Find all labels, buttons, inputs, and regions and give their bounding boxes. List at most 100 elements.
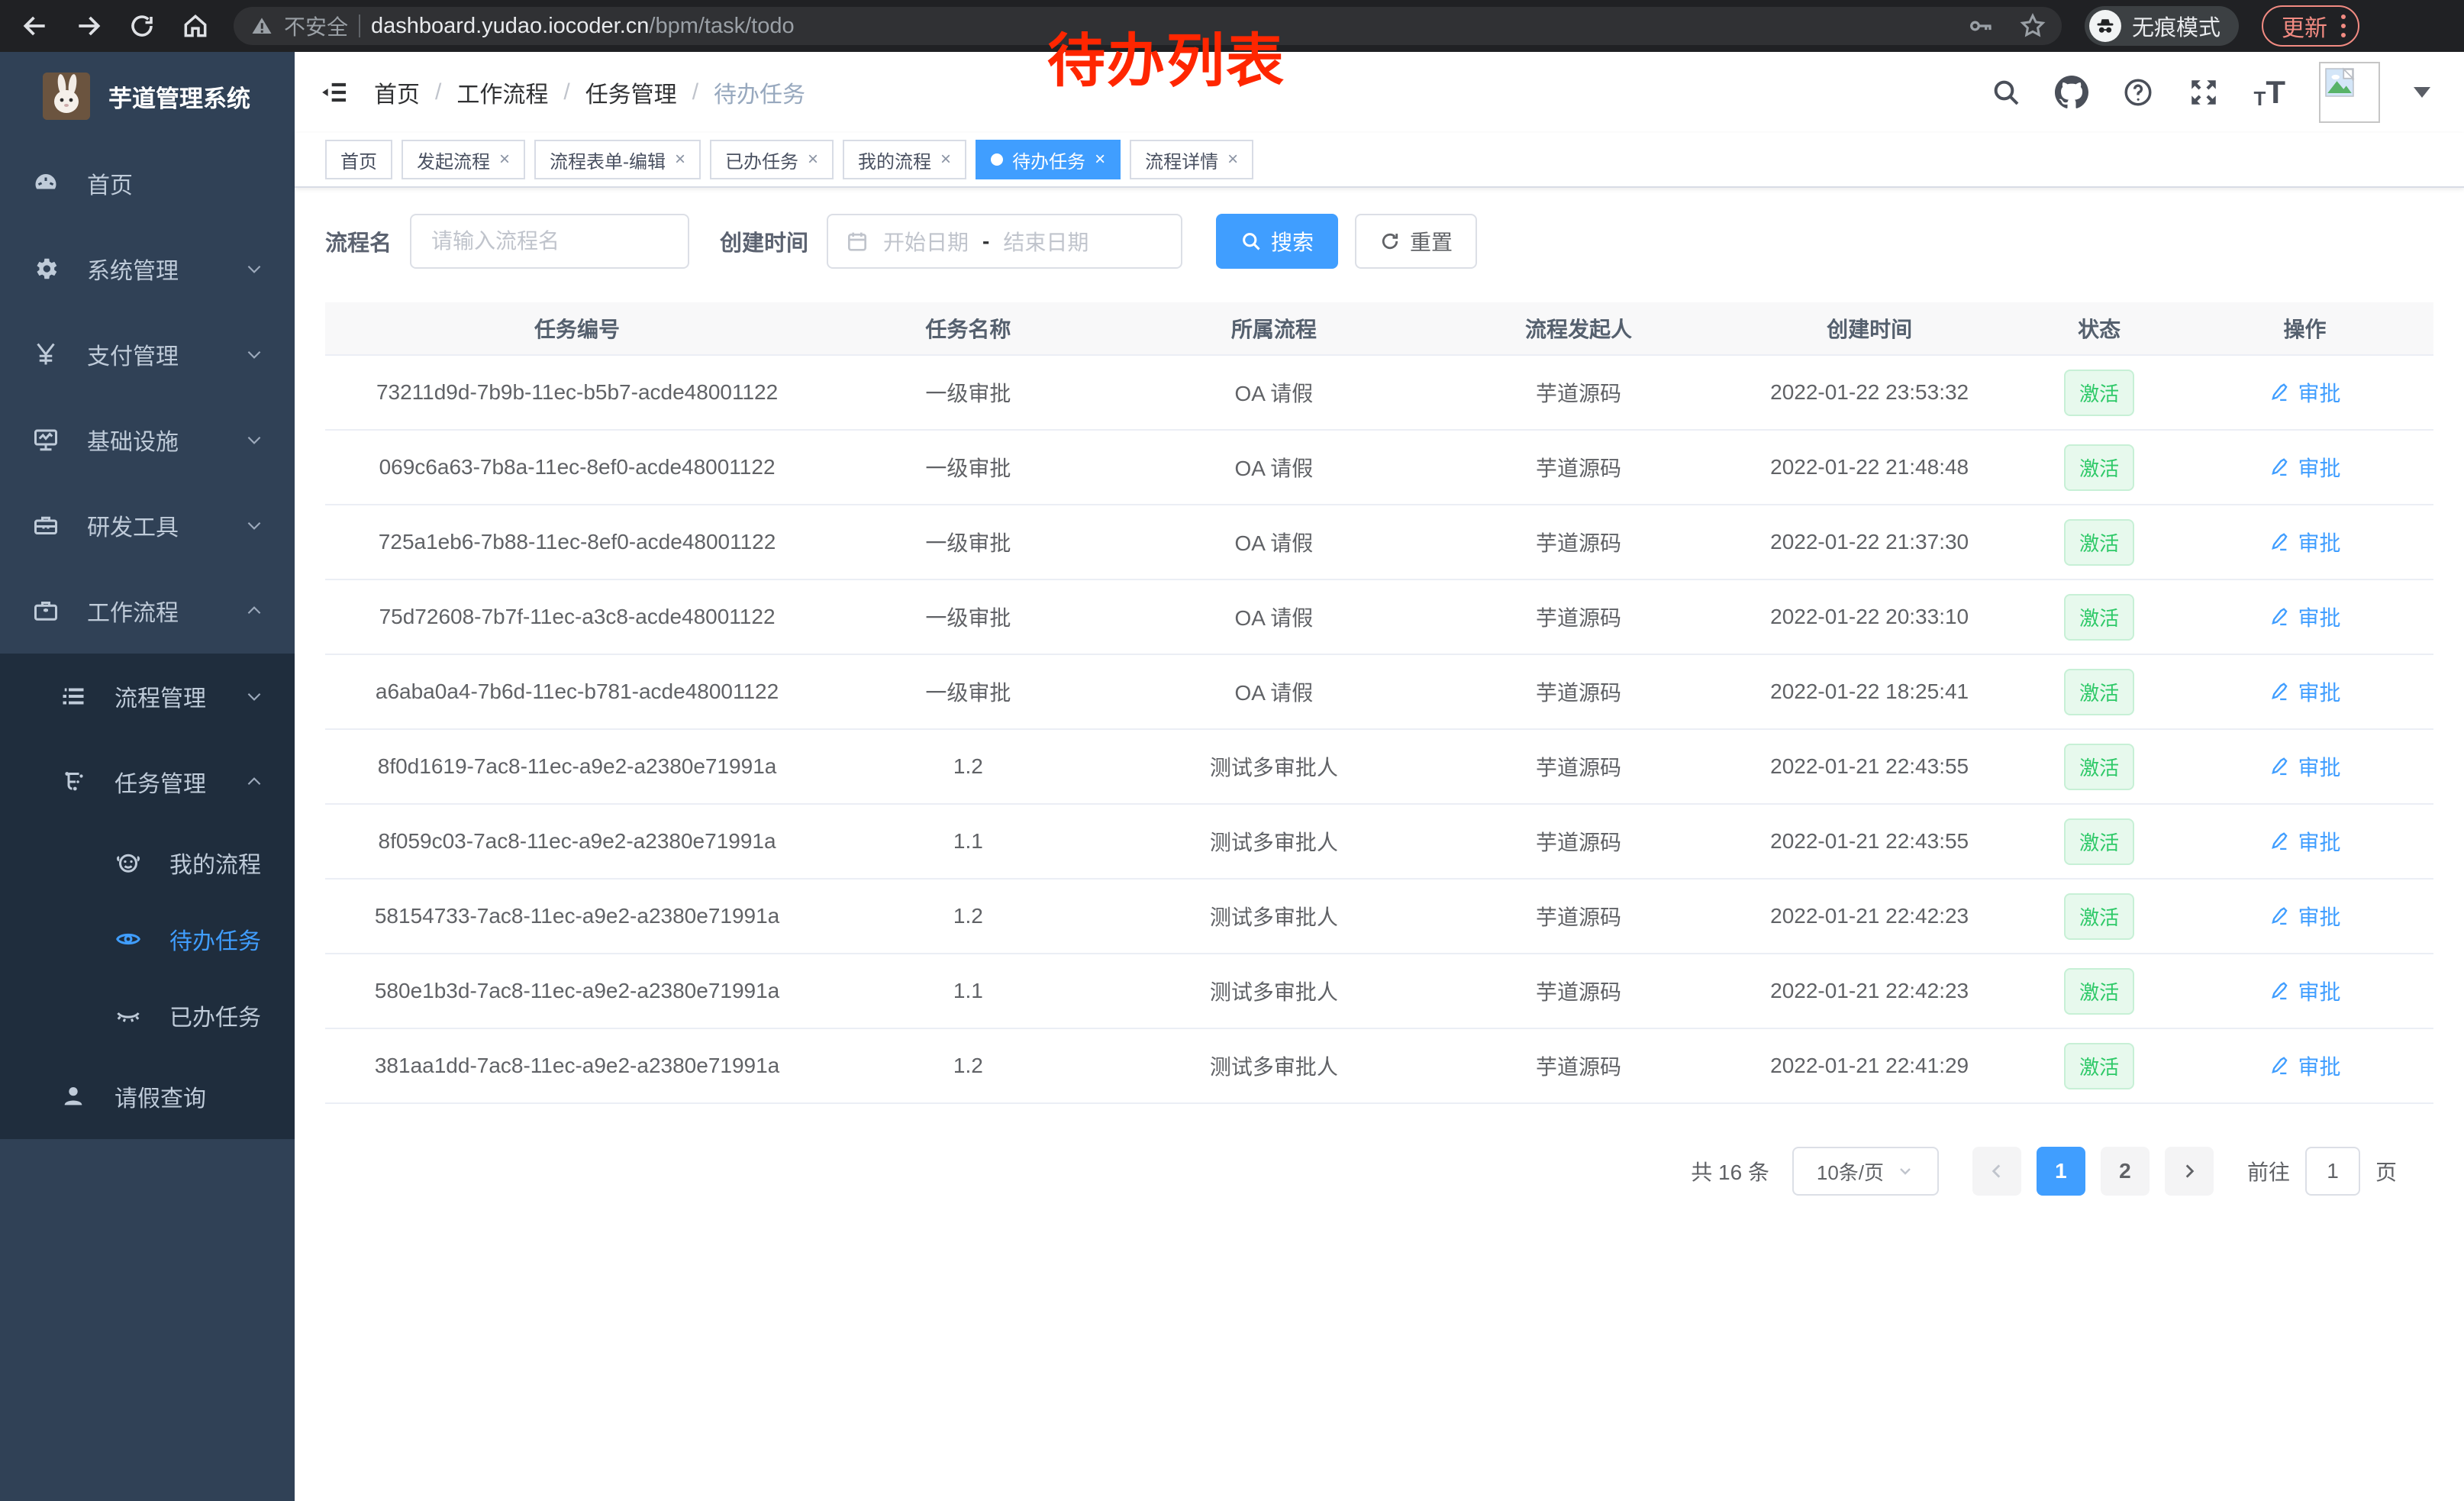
font-size-icon[interactable]: TT <box>2253 76 2285 108</box>
starter-cell: 芋道源码 <box>1440 751 1717 782</box>
browser-menu-icon[interactable] <box>2341 15 2346 37</box>
search-icon[interactable] <box>1991 77 2021 108</box>
tab-已办任务[interactable]: 已办任务× <box>710 140 834 179</box>
tab-流程表单-编辑[interactable]: 流程表单-编辑× <box>534 140 701 179</box>
breadcrumb: 首页/工作流程/任务管理/待办任务 <box>374 76 805 109</box>
github-icon[interactable] <box>2055 76 2088 109</box>
reload-icon[interactable] <box>127 11 157 41</box>
app-logo[interactable]: 芋道管理系统 <box>0 52 295 140</box>
page-size-select[interactable]: 10条/页 <box>1792 1147 1939 1196</box>
approve-button[interactable]: 审批 <box>2269 527 2340 557</box>
sidebar-item-已办任务[interactable]: 已办任务 <box>0 977 295 1054</box>
logo-rabbit-image <box>43 73 90 120</box>
page-button-2[interactable]: 2 <box>2101 1147 2150 1196</box>
avatar[interactable] <box>2319 62 2380 123</box>
fullscreen-icon[interactable] <box>2188 76 2220 108</box>
status-cell: 激活 <box>2022 519 2176 566</box>
update-button[interactable]: 更新 <box>2262 5 2359 47</box>
bookmark-star-icon[interactable] <box>2019 12 2046 40</box>
approve-button[interactable]: 审批 <box>2269 976 2340 1006</box>
status-cell: 激活 <box>2022 818 2176 865</box>
sidebar-item-待办任务[interactable]: 待办任务 <box>0 901 295 977</box>
sidebar-item-研发工具[interactable]: 研发工具 <box>0 483 295 568</box>
next-page-button[interactable] <box>2165 1147 2214 1196</box>
tab-待办任务[interactable]: 待办任务× <box>976 140 1121 179</box>
sidebar-item-首页[interactable]: 首页 <box>0 140 295 226</box>
edit-icon <box>2269 382 2290 403</box>
tab-label: 我的流程 <box>858 147 931 173</box>
sidebar-item-工作流程[interactable]: 工作流程 <box>0 568 295 654</box>
close-icon[interactable]: × <box>499 150 510 169</box>
sidebar-item-我的流程[interactable]: 我的流程 <box>0 825 295 901</box>
page-button-1[interactable]: 1 <box>2037 1147 2085 1196</box>
status-badge: 激活 <box>2064 519 2134 566</box>
tab-首页[interactable]: 首页 <box>325 140 392 179</box>
sidebar-fold-icon[interactable] <box>319 77 350 108</box>
avatar-caret-icon[interactable] <box>2414 87 2430 98</box>
breadcrumb-item[interactable]: 首页 <box>374 76 420 109</box>
back-icon[interactable] <box>20 11 50 41</box>
sidebar-item-label: 支付管理 <box>87 337 179 371</box>
column-header-操作: 操作 <box>2176 313 2433 344</box>
url-text[interactable]: dashboard.yudao.iocoder.cn/bpm/task/todo <box>371 14 795 39</box>
approve-button[interactable]: 审批 <box>2269 826 2340 857</box>
status-cell: 激活 <box>2022 669 2176 715</box>
help-icon[interactable] <box>2122 76 2154 108</box>
operation-cell: 审批 <box>2176 377 2433 408</box>
end-date-placeholder[interactable]: 结束日期 <box>1003 226 1088 257</box>
start-date-placeholder[interactable]: 开始日期 <box>883 226 969 257</box>
approve-button[interactable]: 审批 <box>2269 901 2340 931</box>
sidebar: 芋道管理系统 首页系统管理支付管理基础设施研发工具工作流程流程管理任务管理我的流… <box>0 52 295 1501</box>
breadcrumb-item[interactable]: 任务管理 <box>585 76 677 109</box>
tab-label: 发起流程 <box>417 147 490 173</box>
column-header-创建时间: 创建时间 <box>1717 313 2022 344</box>
tab-我的流程[interactable]: 我的流程 × <box>843 140 966 179</box>
date-range-picker[interactable]: 开始日期 - 结束日期 <box>827 214 1182 269</box>
close-icon[interactable]: × <box>675 150 685 169</box>
process-name-input[interactable] <box>410 214 689 269</box>
sidebar-item-流程管理[interactable]: 流程管理 <box>0 654 295 739</box>
update-label[interactable]: 更新 <box>2282 9 2327 43</box>
chevron-left-icon <box>1987 1161 2007 1181</box>
home-icon[interactable] <box>180 11 211 41</box>
sidebar-item-支付管理[interactable]: 支付管理 <box>0 311 295 397</box>
sidebar-item-label: 系统管理 <box>87 252 179 286</box>
table-row: 8f0d1619-7ac8-11ec-a9e2-a2380e71991a1.2测… <box>325 730 2433 805</box>
reset-button[interactable]: 重置 <box>1355 214 1477 269</box>
close-icon[interactable]: × <box>1227 150 1238 169</box>
approve-button[interactable]: 审批 <box>2269 1051 2340 1081</box>
table-row: a6aba0a4-7b6d-11ec-b781-acde48001122一级审批… <box>325 655 2433 730</box>
forward-icon[interactable] <box>73 11 104 41</box>
task-id-cell: 73211d9d-7b9b-11ec-b5b7-acde48001122 <box>325 380 829 405</box>
close-icon[interactable]: × <box>1095 150 1105 169</box>
tab-流程详情[interactable]: 流程详情× <box>1130 140 1253 179</box>
security-label[interactable]: 不安全 <box>284 11 348 41</box>
sidebar-item-基础设施[interactable]: 基础设施 <box>0 397 295 483</box>
close-icon[interactable]: × <box>940 150 951 169</box>
operation-cell: 审批 <box>2176 1051 2433 1081</box>
starter-cell: 芋道源码 <box>1440 826 1717 857</box>
dashboard-icon <box>32 169 60 197</box>
approve-button[interactable]: 审批 <box>2269 676 2340 707</box>
password-key-icon[interactable] <box>1967 12 1995 40</box>
tab-发起流程[interactable]: 发起流程 × <box>402 140 525 179</box>
search-button[interactable]: 搜索 <box>1216 214 1338 269</box>
breadcrumb-item: 待办任务 <box>714 76 805 109</box>
table-row: 381aa1dd-7ac8-11ec-a9e2-a2380e71991a1.2测… <box>325 1029 2433 1104</box>
table-row: 725a1eb6-7b88-11ec-8ef0-acde48001122一级审批… <box>325 505 2433 580</box>
task-name-cell: 1.1 <box>829 979 1108 1003</box>
goto-page-input[interactable] <box>2305 1147 2360 1196</box>
breadcrumb-item[interactable]: 工作流程 <box>456 76 548 109</box>
close-icon[interactable]: × <box>808 150 818 169</box>
sidebar-item-请假查询[interactable]: 请假查询 <box>0 1054 295 1139</box>
approve-button[interactable]: 审批 <box>2269 377 2340 408</box>
incognito-icon <box>2089 10 2121 42</box>
approve-button[interactable]: 审批 <box>2269 751 2340 782</box>
table-row: 73211d9d-7b9b-11ec-b5b7-acde48001122一级审批… <box>325 356 2433 431</box>
sidebar-item-系统管理[interactable]: 系统管理 <box>0 226 295 311</box>
approve-button[interactable]: 审批 <box>2269 452 2340 483</box>
approve-button[interactable]: 审批 <box>2269 602 2340 632</box>
prev-page-button[interactable] <box>1972 1147 2021 1196</box>
sidebar-item-任务管理[interactable]: 任务管理 <box>0 739 295 825</box>
table-row: 75d72608-7b7f-11ec-a3c8-acde48001122一级审批… <box>325 580 2433 655</box>
